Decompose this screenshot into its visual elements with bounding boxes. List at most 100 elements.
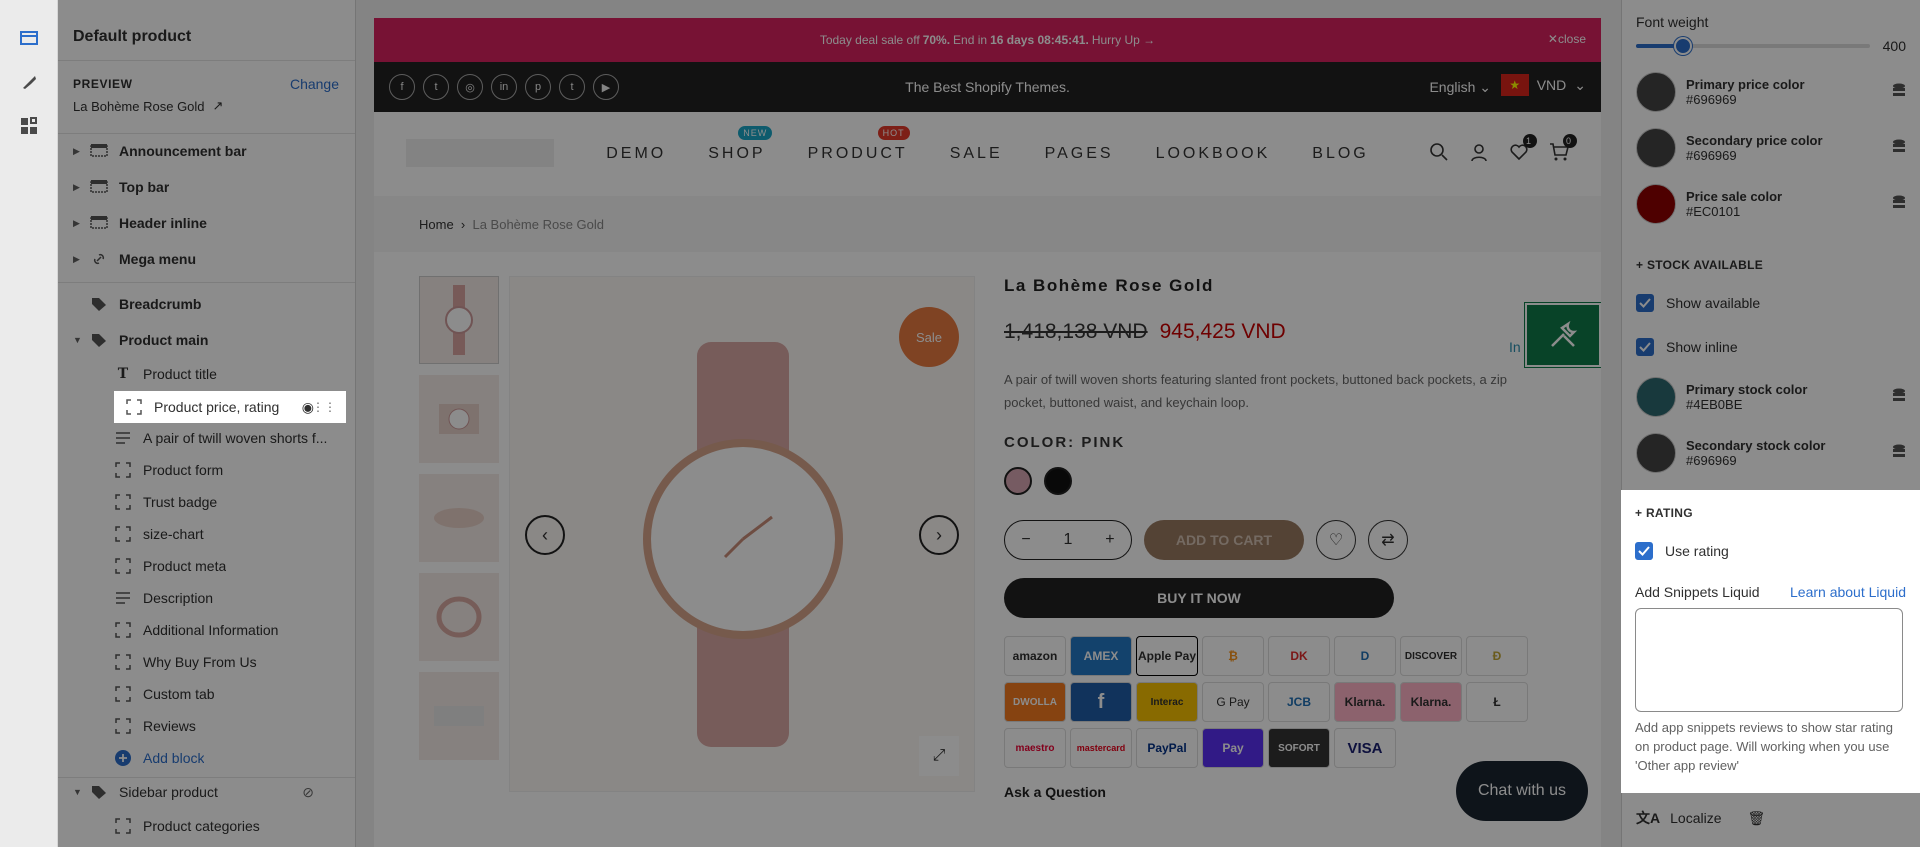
watch-image bbox=[643, 342, 843, 747]
section-label: Sidebar product bbox=[119, 784, 218, 800]
nav-demo[interactable]: DEMO bbox=[606, 145, 666, 163]
thumbnail[interactable] bbox=[419, 276, 499, 364]
cart-icon[interactable]: 0 bbox=[1547, 134, 1577, 164]
klarna-icon: Klarna. bbox=[1400, 682, 1462, 722]
compare-icon[interactable]: ⇄ bbox=[1368, 520, 1408, 560]
block-size-chart[interactable]: size-chart bbox=[58, 519, 355, 549]
announcement-link[interactable]: Hurry Up → bbox=[1092, 33, 1155, 47]
panel-overlay-top bbox=[1621, 0, 1920, 490]
theme-settings-icon[interactable] bbox=[0, 60, 58, 104]
section-header-inline[interactable]: ▶ Header inline bbox=[58, 208, 355, 238]
block-product-meta[interactable]: Product meta bbox=[58, 551, 355, 581]
nav-lookbook[interactable]: LOOKBOOK bbox=[1156, 145, 1271, 163]
thumbnail[interactable] bbox=[419, 672, 499, 760]
product-info: La Bohème Rose Gold 1,418,138 VND 945,425… bbox=[1004, 276, 1564, 800]
sections-icon[interactable] bbox=[0, 16, 58, 60]
thumbnail[interactable] bbox=[419, 573, 499, 661]
link-icon bbox=[89, 249, 109, 269]
preview-canvas: Today deal sale off 70%. End in 16 days … bbox=[357, 0, 1621, 847]
next-image-button[interactable]: › bbox=[919, 515, 959, 555]
store-logo[interactable] bbox=[406, 139, 554, 167]
quantity-stepper[interactable]: − 1 + bbox=[1004, 520, 1132, 560]
close-announcement[interactable]: ✕close bbox=[1548, 32, 1586, 46]
nav-shop[interactable]: SHOP NEW bbox=[708, 126, 773, 163]
visa-icon: VISA bbox=[1334, 728, 1396, 768]
add-to-cart-button[interactable]: ADD TO CART bbox=[1144, 520, 1304, 560]
discover-icon: DISCOVER bbox=[1400, 636, 1462, 676]
sale-price: 945,425 VND bbox=[1159, 320, 1286, 343]
thumbnail[interactable] bbox=[419, 375, 499, 463]
chevron-right-icon[interactable]: ▶ bbox=[73, 146, 85, 157]
section-label: Product main bbox=[119, 332, 209, 348]
product-prices: 1,418,138 VND 945,425 VND bbox=[1004, 320, 1564, 344]
block-reviews[interactable]: Reviews bbox=[58, 711, 355, 741]
block-trust-badge[interactable]: Trust badge bbox=[58, 487, 355, 517]
thumbnail[interactable] bbox=[419, 474, 499, 562]
block-why-buy[interactable]: Why Buy From Us bbox=[58, 647, 355, 677]
chevron-right-icon[interactable]: ▶ bbox=[73, 218, 85, 229]
block-product-form[interactable]: Product form bbox=[58, 455, 355, 485]
eye-hidden-icon[interactable]: ⊘ bbox=[302, 784, 314, 801]
selected-block-product-price-rating[interactable]: Product price, rating ◉ ⋮⋮ bbox=[114, 391, 346, 423]
external-link-icon: ↗ bbox=[212, 98, 224, 113]
rating-heading: + RATING bbox=[1635, 506, 1693, 520]
announcement-text: Today deal sale off bbox=[819, 33, 920, 47]
nav-product[interactable]: PRODUCT HOT bbox=[808, 126, 910, 163]
block-icon bbox=[113, 524, 133, 544]
app-embeds-icon[interactable] bbox=[0, 104, 58, 148]
add-block-button[interactable]: Add block bbox=[58, 743, 355, 773]
drag-handle-icon[interactable]: ⋮⋮ bbox=[312, 400, 336, 414]
block-description[interactable]: Description bbox=[58, 583, 355, 613]
product-main-image[interactable]: Sale ‹ › ⤢ bbox=[509, 276, 975, 792]
minus-icon[interactable]: − bbox=[1021, 531, 1030, 549]
block-product-categories[interactable]: Product categories bbox=[58, 811, 355, 841]
chat-button[interactable]: Chat with us bbox=[1456, 761, 1588, 821]
interac-icon: Interac bbox=[1136, 682, 1198, 722]
block-icon bbox=[113, 816, 133, 836]
section-mega-menu[interactable]: ▶ Mega menu bbox=[58, 244, 355, 274]
wishlist-icon[interactable]: 1 bbox=[1507, 134, 1537, 164]
change-preview-link[interactable]: Change bbox=[290, 76, 339, 92]
nav-sale[interactable]: SALE bbox=[950, 145, 1003, 163]
language-select[interactable]: English ⌄ bbox=[1429, 79, 1491, 96]
section-announcement-bar[interactable]: ▶ Announcement bar bbox=[58, 136, 355, 166]
search-icon[interactable] bbox=[1427, 140, 1451, 164]
section-sidebar-product[interactable]: ▼ Sidebar product ⊘ bbox=[58, 777, 355, 807]
section-product-main[interactable]: ▼ Product main bbox=[58, 325, 355, 355]
hot-badge: HOT bbox=[877, 126, 910, 140]
block-paragraph[interactable]: A pair of twill woven shorts f... bbox=[58, 423, 355, 453]
preview-value[interactable]: La Bohème Rose Gold ↗ bbox=[73, 98, 223, 114]
close-label: close bbox=[1557, 32, 1586, 46]
swatch-black[interactable] bbox=[1044, 467, 1072, 495]
prev-image-button[interactable]: ‹ bbox=[525, 515, 565, 555]
checkmark-icon[interactable] bbox=[1635, 542, 1653, 560]
account-icon[interactable] bbox=[1467, 140, 1491, 164]
block-custom-tab[interactable]: Custom tab bbox=[58, 679, 355, 709]
divider bbox=[58, 60, 355, 61]
add-block-label: Add block bbox=[143, 750, 205, 766]
nav-blog[interactable]: BLOG bbox=[1312, 145, 1368, 163]
block-product-title[interactable]: T Product title bbox=[58, 359, 355, 389]
section-top-bar[interactable]: ▶ Top bar bbox=[58, 172, 355, 202]
swatch-pink[interactable] bbox=[1004, 467, 1032, 495]
wrench-tools-icon[interactable] bbox=[1524, 302, 1601, 368]
currency-select[interactable]: ★ VND ⌄ bbox=[1500, 74, 1586, 96]
wishlist-heart-icon[interactable]: ♡ bbox=[1316, 520, 1356, 560]
quantity-value[interactable]: 1 bbox=[1064, 531, 1073, 549]
block-additional-information[interactable]: Additional Information bbox=[58, 615, 355, 645]
breadcrumb-home[interactable]: Home bbox=[419, 217, 454, 232]
buy-now-button[interactable]: BUY IT NOW bbox=[1004, 578, 1394, 618]
paragraph-icon bbox=[113, 588, 133, 608]
block-icon bbox=[113, 460, 133, 480]
chevron-down-icon[interactable]: ▼ bbox=[73, 335, 85, 345]
section-breadcrumb[interactable]: Breadcrumb bbox=[58, 289, 355, 319]
nav-pages[interactable]: PAGES bbox=[1045, 145, 1114, 163]
payment-icons: amazon AMEX Apple Pay ₿ DK D DISCOVER Ð … bbox=[1004, 636, 1564, 768]
chevron-right-icon[interactable]: ▶ bbox=[73, 254, 85, 265]
expand-icon[interactable]: ⤢ bbox=[919, 736, 959, 776]
chevron-down-icon[interactable]: ▼ bbox=[73, 787, 85, 797]
use-rating-checkbox[interactable]: Use rating bbox=[1635, 542, 1729, 560]
maestro-icon: maestro bbox=[1004, 728, 1066, 768]
chevron-right-icon[interactable]: ▶ bbox=[73, 182, 85, 193]
plus-icon[interactable]: + bbox=[1105, 531, 1114, 549]
